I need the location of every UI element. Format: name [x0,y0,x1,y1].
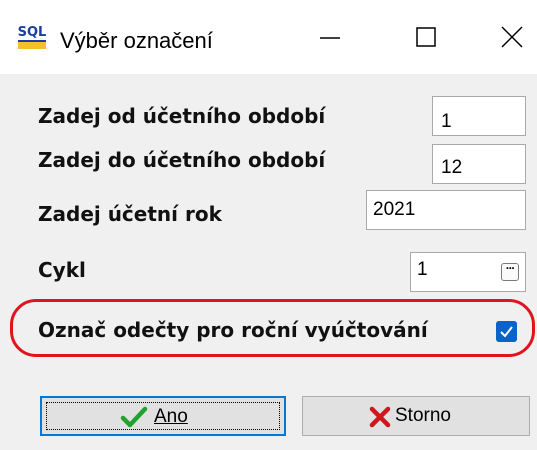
year-input[interactable]: 2021 [366,190,526,230]
ellipsis-icon: ... [505,258,515,272]
cancel-button-label: Storno [395,405,451,426]
ok-button[interactable]: Ano [40,396,286,436]
dialog-content: Zadej od účetního období 1 Zadej do účet… [0,74,537,450]
dialog-window: SQL Výběr označení Zadej od účetního obd… [0,0,537,450]
ok-button-label: Ano [154,406,188,427]
window-title: Výběr označení [60,28,213,53]
to-period-input[interactable]: 12 [432,144,526,184]
mark-readings-checkbox[interactable] [496,321,517,342]
checkmark-icon [120,406,148,428]
maximize-icon[interactable] [396,14,456,58]
cancel-button[interactable]: Storno [302,396,530,436]
from-period-input[interactable]: 1 [432,96,526,136]
to-period-label: Zadej do účetního období [38,148,326,172]
sql-app-icon: SQL [16,22,48,52]
close-icon[interactable] [482,14,537,58]
cycle-browse-button[interactable]: ... [501,258,519,281]
mark-readings-label: Označ odečty pro roční vyúčtování [38,318,428,342]
cross-icon [369,406,391,428]
cycle-input[interactable]: 1 ... [410,252,526,292]
year-label: Zadej účetní rok [38,202,222,226]
minimize-icon[interactable] [300,14,360,58]
title-bar[interactable]: SQL Výběr označení [0,0,537,74]
svg-text:SQL: SQL [18,25,47,40]
cycle-label: Cykl [38,258,86,282]
from-period-label: Zadej od účetního období [38,104,326,128]
